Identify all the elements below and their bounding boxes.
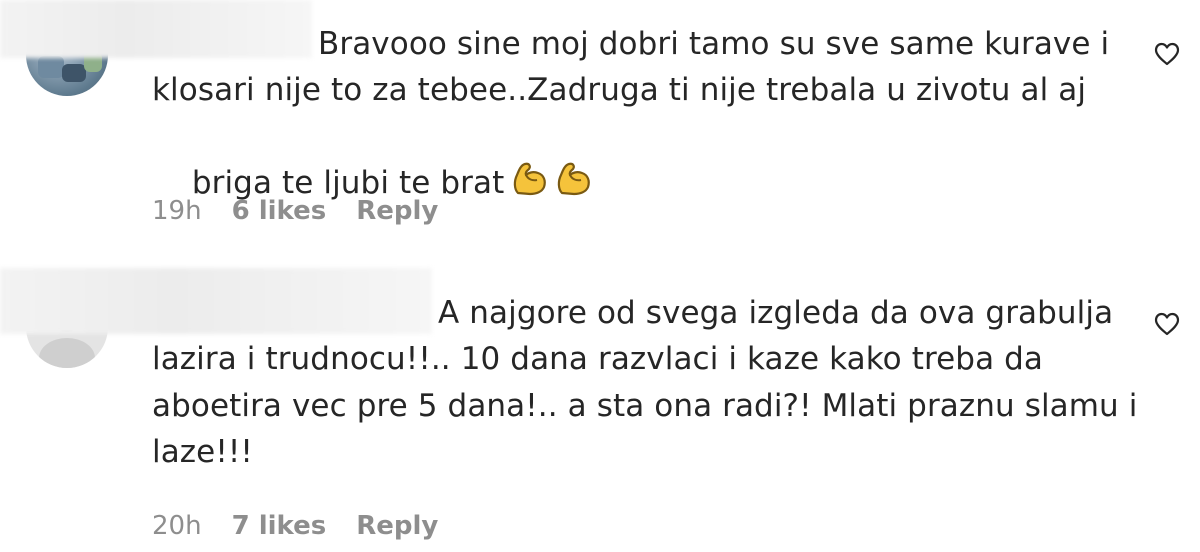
comment-meta: 20h 7 likes Reply <box>152 511 438 541</box>
comment-text: aboetira vec pre 5 dana!.. a sta ona rad… <box>152 388 1138 424</box>
comment-text: laze!!! <box>152 434 253 470</box>
heart-outline-icon[interactable] <box>1154 312 1180 336</box>
default-avatar-body <box>39 338 95 368</box>
heart-outline-icon[interactable] <box>1154 42 1180 66</box>
comment-text: A najgore od svega izgleda da ova grabul… <box>438 295 1114 331</box>
flexed-biceps-icon <box>514 162 547 196</box>
likes-count[interactable]: 6 likes <box>232 196 327 226</box>
comment-text: briga te ljubi te brat <box>152 113 594 252</box>
comment-text: klosari nije to za tebee..Zadruga ti nij… <box>152 72 1087 108</box>
avatar[interactable] <box>26 286 108 368</box>
likes-count[interactable]: 7 likes <box>232 511 327 541</box>
comment-time[interactable]: 19h <box>152 196 202 226</box>
blurred-username <box>0 268 432 334</box>
comment-meta: 19h 6 likes Reply <box>152 196 438 226</box>
reply-button[interactable]: Reply <box>356 511 438 541</box>
flexed-biceps-icon <box>558 162 591 196</box>
comment-1: Bravooo sine moj dobri tamo su sve same … <box>0 0 1200 260</box>
comment-text: Bravooo sine moj dobri tamo su sve same … <box>318 26 1110 62</box>
comment-text: lazira i trudnocu!!.. 10 dana razvlaci i… <box>152 341 1043 377</box>
blurred-username <box>0 0 312 58</box>
default-avatar-head <box>53 304 81 332</box>
reply-button[interactable]: Reply <box>356 196 438 226</box>
comment-time[interactable]: 20h <box>152 511 202 541</box>
